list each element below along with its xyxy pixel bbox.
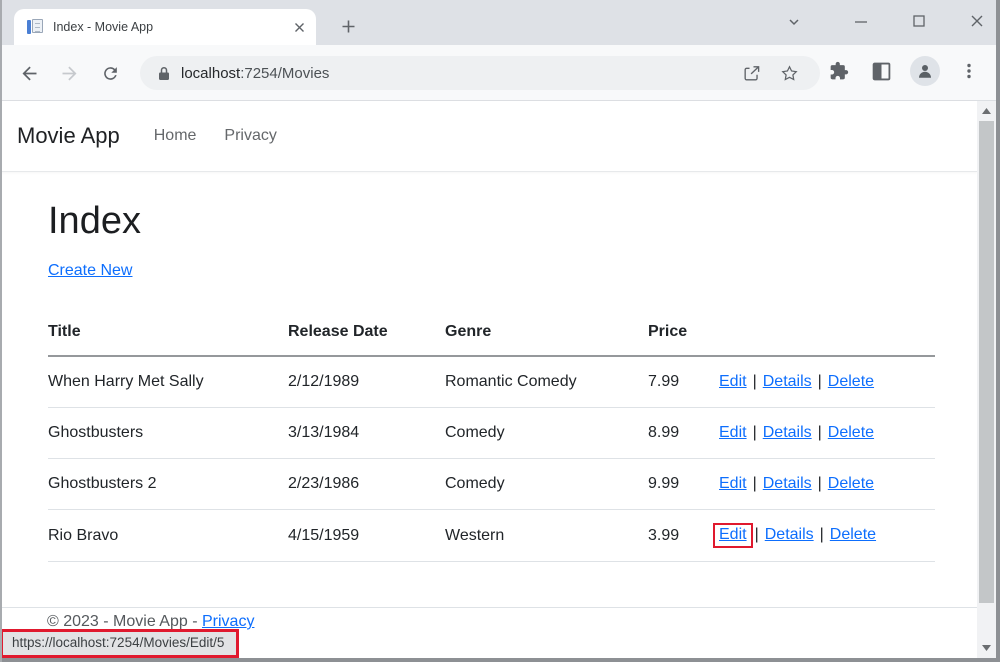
- bookmark-star-icon[interactable]: [778, 62, 800, 84]
- table-header-row: Title Release Date Genre Price: [48, 311, 935, 357]
- address-bar[interactable]: localhost:7254/Movies: [140, 56, 820, 90]
- cell-release-date: 2/23/1986: [288, 475, 445, 493]
- window-controls: [852, 12, 986, 30]
- cell-price: 9.99: [648, 475, 719, 493]
- edit-link[interactable]: Edit: [719, 475, 747, 492]
- table-row: Ghostbusters 2 2/23/1986 Comedy 9.99 Edi…: [48, 459, 935, 510]
- cell-genre: Romantic Comedy: [445, 373, 648, 391]
- action-separator: |: [818, 373, 822, 390]
- tab-favicon-document-icon: [27, 19, 43, 35]
- cell-price: 7.99: [648, 373, 719, 391]
- table-row: Rio Bravo 4/15/1959 Western 3.99 Edit | De…: [48, 510, 935, 562]
- delete-link[interactable]: Delete: [830, 526, 876, 543]
- delete-link[interactable]: Delete: [828, 424, 874, 441]
- column-header-release-date: Release Date: [288, 323, 445, 341]
- nav-link-privacy[interactable]: Privacy: [224, 127, 276, 145]
- column-header-genre: Genre: [445, 323, 648, 341]
- page-scrollbar[interactable]: [977, 101, 996, 658]
- back-icon[interactable]: [18, 62, 40, 84]
- cell-release-date: 4/15/1959: [288, 527, 445, 545]
- action-separator: |: [753, 373, 757, 390]
- site-navbar: Movie App Home Privacy: [0, 101, 977, 172]
- action-separator: |: [755, 526, 759, 543]
- window-border-left: [0, 0, 2, 662]
- action-separator: |: [753, 475, 757, 492]
- cell-release-date: 2/12/1989: [288, 373, 445, 391]
- cell-genre: Comedy: [445, 475, 648, 493]
- browser-toolbar: localhost:7254/Movies: [0, 45, 1000, 101]
- status-bubble-url: https://localhost:7254/Movies/Edit/5: [12, 635, 224, 650]
- table-row: Ghostbusters 3/13/1984 Comedy 8.99 Edit |…: [48, 408, 935, 459]
- page-title: Index: [48, 202, 977, 240]
- minimize-icon[interactable]: [852, 12, 870, 30]
- lock-icon[interactable]: [158, 66, 170, 81]
- page-content: Movie App Home Privacy Index Create New …: [0, 101, 977, 658]
- maximize-icon[interactable]: [910, 12, 928, 30]
- url-host: localhost: [181, 65, 240, 82]
- delete-link[interactable]: Delete: [828, 475, 874, 492]
- table-row: When Harry Met Sally 2/12/1989 Romantic …: [48, 357, 935, 408]
- edit-link[interactable]: Edit: [719, 424, 747, 441]
- browser-tab[interactable]: Index - Movie App: [14, 9, 316, 45]
- cell-price: 3.99: [648, 527, 719, 545]
- create-new-link[interactable]: Create New: [48, 262, 132, 280]
- footer-copyright: © 2023 - Movie App -: [47, 613, 198, 630]
- cell-actions: Edit | Details | Delete: [719, 526, 935, 545]
- profile-avatar-icon[interactable]: [910, 56, 940, 86]
- close-icon[interactable]: [968, 12, 986, 30]
- action-separator: |: [820, 526, 824, 543]
- site-footer: © 2023 - Movie App - Privacy: [0, 607, 977, 631]
- window-border-right: [996, 0, 1000, 662]
- status-bubble-highlight-box: https://localhost:7254/Movies/Edit/5: [0, 629, 239, 658]
- cell-price: 8.99: [648, 424, 719, 442]
- window-border-bottom: [0, 658, 1000, 662]
- url-text: localhost:7254/Movies: [181, 65, 724, 82]
- cell-actions: Edit | Details | Delete: [719, 475, 935, 493]
- scrollbar-up-arrow-icon[interactable]: [977, 103, 996, 119]
- refresh-icon[interactable]: [99, 62, 121, 84]
- details-link[interactable]: Details: [763, 424, 812, 441]
- action-separator: |: [818, 424, 822, 441]
- cell-actions: Edit | Details | Delete: [719, 424, 935, 442]
- scrollbar-down-arrow-icon[interactable]: [977, 640, 996, 656]
- nav-link-home[interactable]: Home: [154, 127, 197, 145]
- cell-title: When Harry Met Sally: [48, 373, 288, 391]
- details-link[interactable]: Details: [765, 526, 814, 543]
- footer-privacy-link[interactable]: Privacy: [202, 613, 254, 630]
- tab-close-icon[interactable]: [290, 18, 308, 36]
- cell-title: Rio Bravo: [48, 527, 288, 545]
- new-tab-plus-icon[interactable]: [334, 12, 362, 40]
- share-icon[interactable]: [740, 62, 762, 84]
- toolbar-right-icons: [826, 56, 982, 86]
- movies-table: Title Release Date Genre Price When Harr…: [48, 311, 935, 562]
- edit-link[interactable]: Edit: [719, 373, 747, 390]
- cell-title: Ghostbusters: [48, 424, 288, 442]
- column-header-title: Title: [48, 323, 288, 341]
- tab-title: Index - Movie App: [53, 20, 290, 34]
- extensions-puzzle-icon[interactable]: [826, 58, 852, 84]
- tab-search-chevron-icon[interactable]: [785, 13, 803, 31]
- edit-link-highlighted[interactable]: Edit: [719, 526, 747, 543]
- cell-genre: Comedy: [445, 424, 648, 442]
- browser-window: Index - Movie App localhost:7254/Movies: [0, 0, 1000, 662]
- url-path: :7254/Movies: [240, 65, 329, 82]
- cell-title: Ghostbusters 2: [48, 475, 288, 493]
- cell-release-date: 3/13/1984: [288, 424, 445, 442]
- action-separator: |: [818, 475, 822, 492]
- edit-link-highlight-box: Edit: [713, 523, 753, 548]
- cell-genre: Western: [445, 527, 648, 545]
- forward-icon[interactable]: [58, 62, 80, 84]
- navbar-brand[interactable]: Movie App: [17, 123, 120, 149]
- cell-actions: Edit | Details | Delete: [719, 373, 935, 391]
- details-link[interactable]: Details: [763, 373, 812, 390]
- scrollbar-thumb[interactable]: [979, 121, 994, 603]
- column-header-price: Price: [648, 323, 719, 341]
- side-panel-icon[interactable]: [868, 58, 894, 84]
- details-link[interactable]: Details: [763, 475, 812, 492]
- kebab-menu-icon[interactable]: [956, 58, 982, 84]
- action-separator: |: [753, 424, 757, 441]
- main-content: Index Create New Title Release Date Genr…: [0, 202, 977, 562]
- delete-link[interactable]: Delete: [828, 373, 874, 390]
